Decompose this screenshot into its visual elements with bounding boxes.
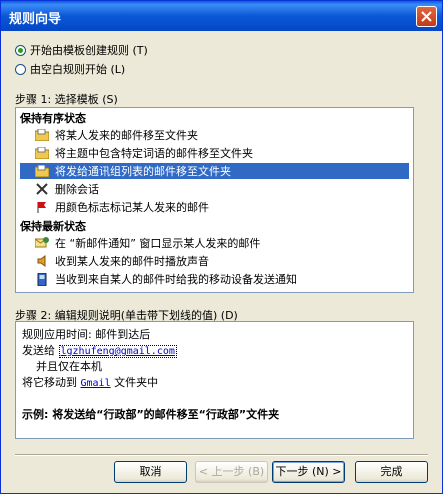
folder-suffix: 文件夹中 [114,376,159,389]
radio-unselected-icon[interactable] [15,63,26,75]
close-button[interactable] [416,6,437,27]
option-from-template[interactable]: 开始由模板创建规则 (T) [15,42,148,58]
template-list[interactable]: 保持有序状态 将某人发来的邮件移至文件夹 将主题中包含特定词语的邮件移至文件夹 … [15,107,414,293]
list-item-label: 将主题中包含特定词语的邮件移至文件夹 [55,147,253,160]
window-title: 规则向导 [9,12,62,27]
next-button[interactable]: 下一步 (N) > [272,461,345,483]
list-item[interactable]: 在 “新邮件通知” 窗口显示某人发来的邮件 [20,235,409,251]
alert-icon [34,235,50,251]
rules-wizard-window: 规则向导 开始由模板创建规则 (T) 由空白规则开始 (L) 步骤 1: 选择模… [0,0,443,494]
divider [15,454,428,456]
move-to-line: 将它移动到 Gmail 文件夹中 [22,374,158,390]
local-only-line: 并且仅在本机 [36,360,102,373]
move-to-label: 将它移动到 [22,376,77,389]
list-item-label: 当收到来自某人的邮件时给我的移动设备发送通知 [55,273,297,286]
list-item-label: 将某人发来的邮件移至文件夹 [55,129,198,142]
list-item[interactable]: 当收到来自某人的邮件时给我的移动设备发送通知 [20,271,409,287]
option-blank-rule[interactable]: 由空白规则开始 (L) [15,61,125,77]
folder-icon [34,127,50,143]
list-item[interactable]: 将主题中包含特定词语的邮件移至文件夹 [20,145,409,161]
list-item-label: 删除会话 [55,183,99,196]
finish-button[interactable]: 完成 [355,461,428,483]
list-item[interactable]: 将某人发来的邮件移至文件夹 [20,127,409,143]
rule-description-box: 规则应用时间: 邮件到达后 发送给 lgzhufeng@gmail.com 并且… [15,321,414,439]
list-item-label: 在 “新邮件通知” 窗口显示某人发来的邮件 [55,237,261,250]
example-text: 示例: 将发送给“行政部”的邮件移至“行政部”文件夹 [22,408,280,421]
email-link[interactable]: lgzhufeng@gmail.com [58,345,177,358]
flag-icon [34,199,50,215]
radio-selected-icon[interactable] [15,44,26,56]
option-from-template-label: 开始由模板创建规则 (T) [30,44,148,57]
list-item[interactable]: 收到某人发来的邮件时播放声音 [20,253,409,269]
title-bar[interactable]: 规则向导 [1,1,442,31]
folder-icon [34,163,50,179]
folder-icon [34,145,50,161]
group-title: 保持最新状态 [20,220,86,233]
send-to-line: 发送给 lgzhufeng@gmail.com [22,342,177,358]
list-item-label: 将发给通讯组列表的邮件移至文件夹 [55,165,231,178]
group-title: 保持有序状态 [20,112,86,125]
sound-icon [34,253,50,269]
list-item-label: 收到某人发来的邮件时播放声音 [55,255,209,268]
delete-icon [34,181,50,197]
back-button[interactable]: < 上一步 (B) [195,461,268,483]
list-item-selected[interactable]: 将发给通讯组列表的邮件移至文件夹 [20,163,409,179]
step1-label: 步骤 1: 选择模板 (S) [15,93,118,106]
list-item[interactable]: 用颜色标志标记某人发来的邮件 [20,199,409,215]
rule-apply-time: 规则应用时间: 邮件到达后 [22,328,151,341]
close-icon [421,11,432,22]
list-item[interactable]: 删除会话 [20,181,409,197]
list-item-label: 用颜色标志标记某人发来的邮件 [55,201,209,214]
option-blank-rule-label: 由空白规则开始 (L) [30,63,126,76]
folder-link[interactable]: Gmail [81,378,111,389]
send-to-label: 发送给 [22,344,55,357]
mobile-icon [34,271,50,287]
cancel-button[interactable]: 取消 [114,461,187,483]
